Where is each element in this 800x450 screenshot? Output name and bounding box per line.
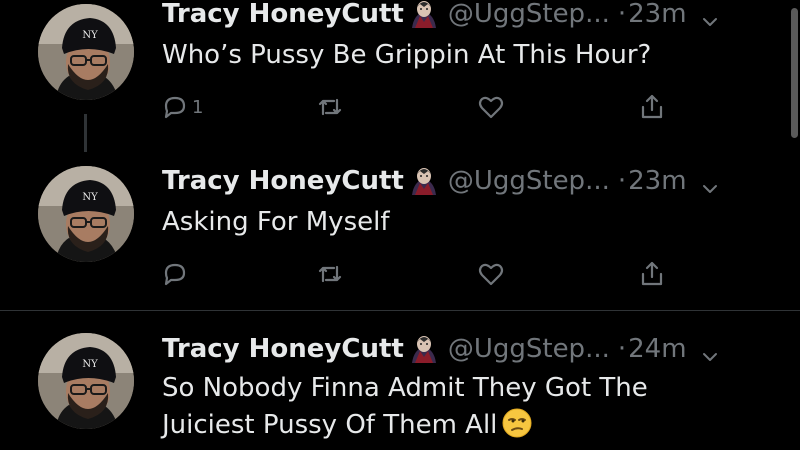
reply-button[interactable] bbox=[160, 259, 192, 289]
retweet-button[interactable] bbox=[315, 259, 345, 289]
share-icon bbox=[641, 261, 663, 286]
heart-icon bbox=[478, 96, 504, 119]
tweet-feed: NY Tracy HoneyCutt @UggStep... · 23m Who… bbox=[0, 0, 800, 450]
vampire-emoji-icon bbox=[408, 165, 440, 197]
chevron-down-icon[interactable] bbox=[701, 5, 719, 26]
retweet-icon bbox=[318, 98, 342, 116]
tweet-header: Tracy HoneyCutt @UggStep... · 23m bbox=[162, 0, 719, 32]
reply-icon bbox=[164, 263, 186, 286]
avatar[interactable]: NY bbox=[38, 4, 134, 100]
like-button[interactable] bbox=[476, 259, 506, 289]
timestamp[interactable]: 23m bbox=[628, 163, 686, 199]
svg-text:NY: NY bbox=[82, 359, 98, 370]
tweet-text-content: Asking For Myself bbox=[162, 207, 390, 237]
retweet-button[interactable] bbox=[315, 92, 345, 122]
thread-connector-line bbox=[84, 114, 87, 152]
reply-icon bbox=[164, 96, 186, 119]
reply-count: 1 bbox=[192, 96, 204, 118]
svg-text:NY: NY bbox=[82, 192, 98, 203]
retweet-icon bbox=[318, 265, 342, 283]
separator-dot: · bbox=[617, 0, 627, 29]
tweet[interactable]: NY Tracy HoneyCutt @UggStep... · bbox=[0, 0, 800, 152]
like-button[interactable] bbox=[476, 92, 506, 122]
avatar-photo: NY bbox=[38, 166, 134, 262]
avatar-photo: NY bbox=[38, 4, 134, 100]
tweet-text: Asking For Myself bbox=[162, 204, 762, 241]
chevron-down-icon[interactable] bbox=[701, 172, 719, 193]
vampire-emoji-icon bbox=[408, 0, 440, 30]
user-handle[interactable]: @UggStep... bbox=[448, 163, 610, 199]
reply-button[interactable]: 1 bbox=[160, 92, 203, 122]
display-name[interactable]: Tracy HoneyCutt bbox=[162, 0, 404, 32]
timestamp[interactable]: 23m bbox=[628, 0, 686, 32]
tweet-text: Who’s Pussy Be Grippin At This Hour? bbox=[162, 37, 762, 74]
display-name[interactable]: Tracy HoneyCutt bbox=[162, 331, 404, 367]
tweet-header: Tracy HoneyCutt @UggStep... · 23m bbox=[162, 163, 719, 199]
share-icon bbox=[641, 94, 663, 119]
vampire-emoji-icon bbox=[408, 333, 440, 365]
unamused-face-emoji bbox=[501, 407, 533, 439]
user-handle[interactable]: @UggStep... bbox=[448, 0, 610, 32]
timestamp[interactable]: 24m bbox=[628, 331, 686, 367]
tweet[interactable]: NY Tracy HoneyCutt @UggStep... · bbox=[0, 311, 800, 450]
avatar-photo: NY bbox=[38, 333, 134, 429]
tweet[interactable]: NY Tracy HoneyCutt @UggStep... · bbox=[0, 150, 800, 310]
tweet-actions bbox=[160, 259, 680, 289]
svg-text:NY: NY bbox=[82, 30, 98, 41]
separator-dot: · bbox=[617, 334, 627, 364]
user-handle[interactable]: @UggStep... bbox=[448, 331, 610, 367]
avatar[interactable]: NY bbox=[38, 333, 134, 429]
tweet-text: So Nobody Finna Admit They Got The Juici… bbox=[162, 370, 722, 444]
tweet-header: Tracy HoneyCutt @UggStep... · 24m bbox=[162, 331, 719, 367]
share-button[interactable] bbox=[637, 92, 667, 122]
separator-dot: · bbox=[617, 166, 627, 196]
tweet-text-content: So Nobody Finna Admit They Got The Juici… bbox=[162, 373, 648, 440]
tweet-actions: 1 bbox=[160, 92, 680, 122]
display-name[interactable]: Tracy HoneyCutt bbox=[162, 163, 404, 199]
heart-icon bbox=[478, 263, 504, 286]
tweet-text-content: Who’s Pussy Be Grippin At This Hour? bbox=[162, 40, 652, 70]
chevron-down-icon[interactable] bbox=[701, 340, 719, 361]
scrollbar[interactable] bbox=[791, 8, 798, 138]
avatar[interactable]: NY bbox=[38, 166, 134, 262]
share-button[interactable] bbox=[637, 259, 667, 289]
